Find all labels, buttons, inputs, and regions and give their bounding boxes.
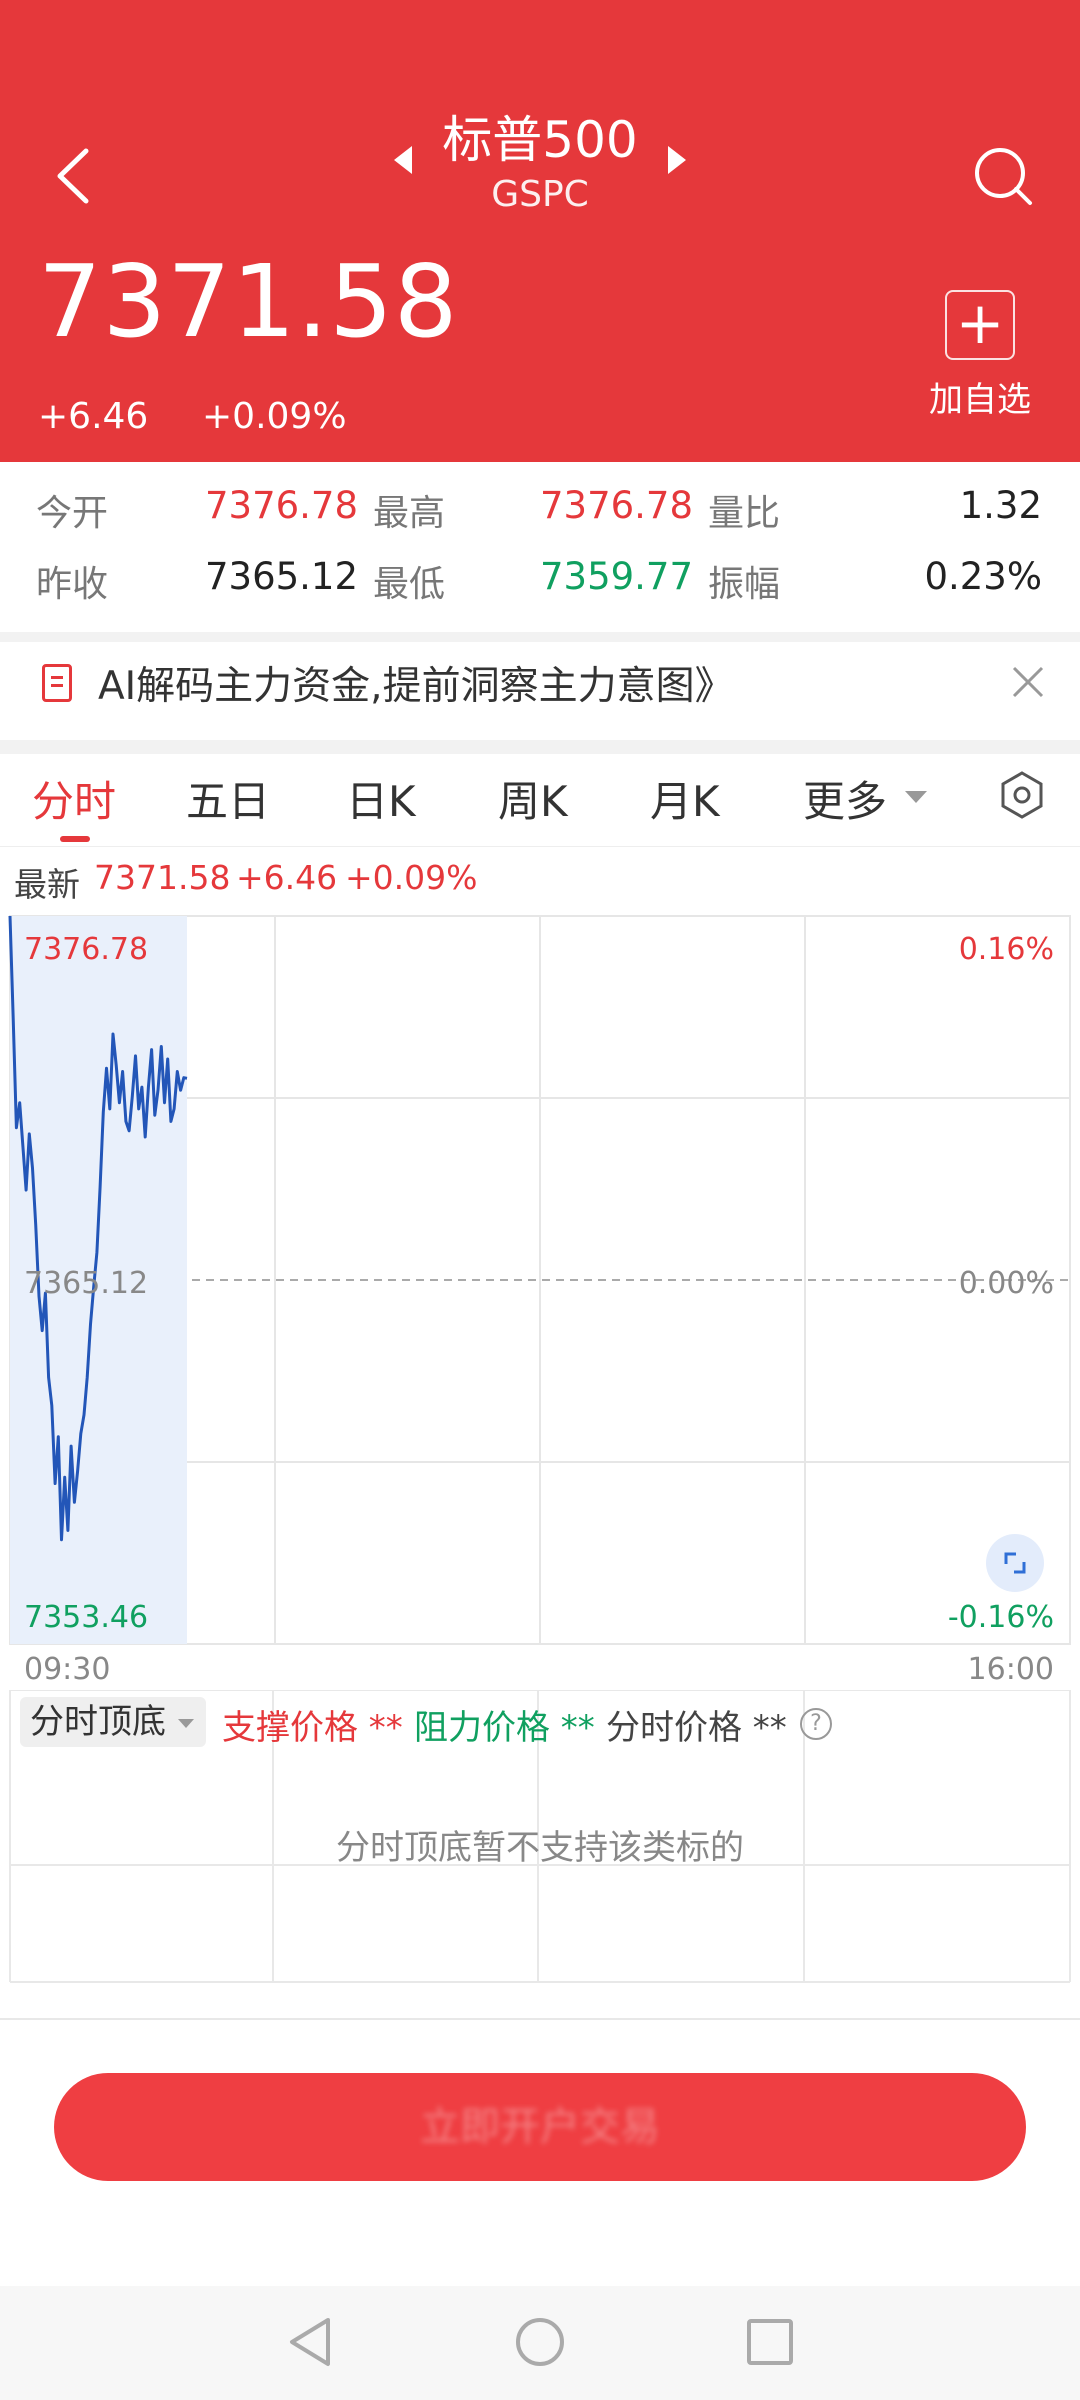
divider [0, 740, 1080, 754]
y-right-tick-high: 0.16% [958, 932, 1054, 967]
latest-change-pct: +0.09% [345, 858, 478, 897]
x-tick-start: 09:30 [24, 1652, 111, 1687]
resistance-price: 阻力价格 ** [414, 1708, 595, 1748]
stock-header: 标普500 GSPC 7371.58 +6.46 +0.09% + 加自选 [0, 0, 1080, 462]
indicator-message: 分时顶底暂不支持该类标的 [336, 1828, 744, 1868]
latest-price: 7371.58 [94, 858, 231, 897]
price-change: +6.46 [38, 396, 149, 437]
y-tick-high: 7376.78 [24, 932, 149, 967]
tab-intraday[interactable]: 分时 [32, 768, 116, 829]
y-tick-mid: 7365.12 [24, 1266, 149, 1301]
tab-daily-k[interactable]: 日K [346, 768, 416, 829]
prev-close-value: 7365.12 [205, 555, 359, 598]
active-tab-indicator [60, 836, 90, 842]
close-icon[interactable] [1010, 664, 1046, 700]
latest-label: 最新 [14, 865, 80, 904]
settings-icon[interactable] [998, 770, 1046, 820]
intraday-price: 分时价格 ** [606, 1708, 787, 1748]
high-label: 最高 [373, 493, 446, 534]
system-nav-bar [0, 2286, 1080, 2400]
expand-button[interactable] [986, 1534, 1044, 1592]
low-label: 最低 [373, 564, 446, 605]
open-label: 今开 [36, 493, 109, 534]
indicator-dropdown-label: 分时顶底 [30, 1702, 166, 1742]
price-change-pct: +0.09% [202, 396, 347, 437]
tab-weekly-k[interactable]: 周K [498, 768, 568, 829]
low-value: 7359.77 [540, 555, 694, 598]
chevron-down-icon [178, 1719, 194, 1728]
high-value: 7376.78 [540, 484, 694, 527]
prev-close-label: 昨收 [36, 564, 109, 605]
next-stock-icon[interactable] [668, 146, 686, 174]
document-icon [42, 664, 72, 702]
amplitude-label: 振幅 [708, 564, 781, 605]
chevron-down-icon[interactable] [905, 791, 927, 803]
y-tick-low: 7353.46 [24, 1600, 149, 1635]
add-watchlist-label[interactable]: 加自选 [920, 372, 1040, 421]
nav-recents-icon[interactable] [744, 2314, 796, 2370]
help-icon[interactable]: ? [800, 1708, 832, 1740]
x-tick-end: 16:00 [967, 1652, 1054, 1687]
expand-icon [1004, 1552, 1026, 1574]
nav-back-icon[interactable] [284, 2314, 336, 2370]
trade-button-label: 立即开户交易 [420, 2104, 660, 2150]
y-right-tick-low: -0.16% [947, 1600, 1054, 1635]
vol-ratio-value: 1.32 [959, 484, 1042, 527]
nav-home-icon[interactable] [514, 2314, 566, 2370]
search-icon[interactable] [972, 145, 1034, 207]
y-right-tick-mid: 0.00% [958, 1266, 1054, 1301]
tab-more[interactable]: 更多 [803, 768, 887, 829]
stock-code: GSPC [491, 174, 589, 215]
tab-five-day[interactable]: 五日 [186, 768, 270, 829]
latest-change: +6.46 [236, 858, 338, 897]
open-value: 7376.78 [205, 484, 359, 527]
divider [0, 2018, 1080, 2020]
support-price: 支撑价格 ** [222, 1708, 403, 1748]
tab-monthly-k[interactable]: 月K [650, 768, 720, 829]
banner-text[interactable]: AI解码主力资金,提前洞察主力意图》 [98, 655, 734, 711]
vol-ratio-label: 量比 [708, 493, 781, 534]
current-price: 7371.58 [38, 243, 459, 360]
add-watchlist-icon[interactable]: + [945, 290, 1015, 360]
trade-button[interactable]: 立即开户交易 [54, 2073, 1026, 2181]
intraday-chart[interactable] [0, 914, 1080, 1674]
amplitude-value: 0.23% [924, 555, 1042, 598]
indicator-dropdown[interactable]: 分时顶底 [20, 1697, 206, 1747]
back-icon[interactable] [50, 145, 98, 207]
